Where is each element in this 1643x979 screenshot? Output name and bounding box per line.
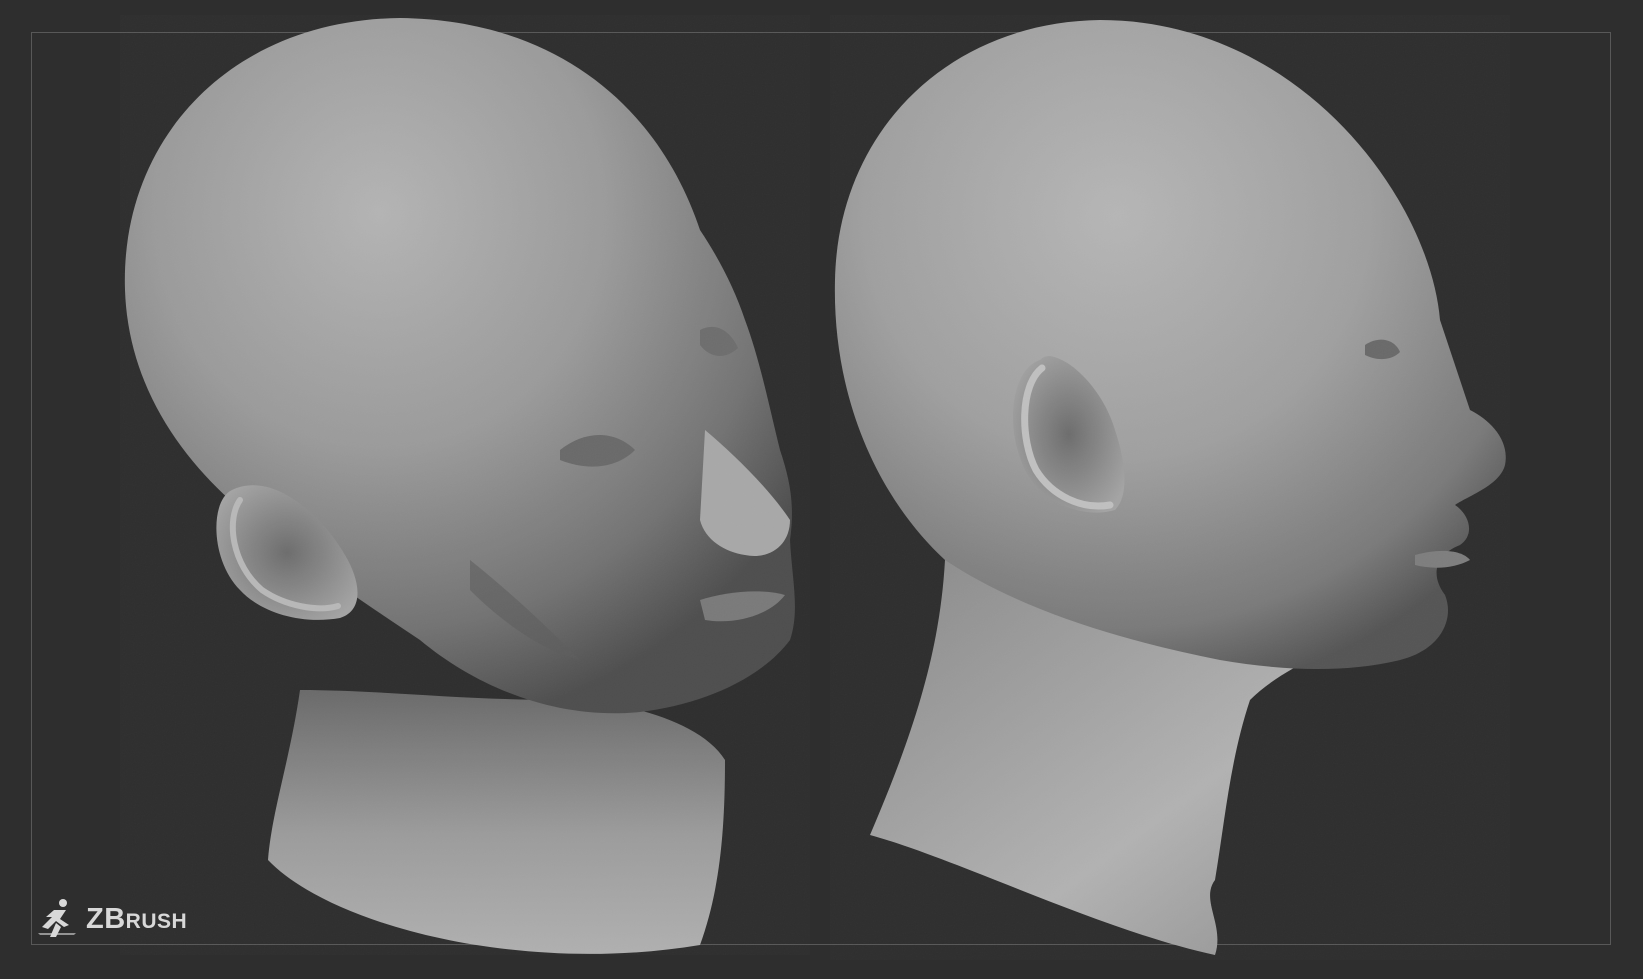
zbrush-watermark: ZBRUSH bbox=[36, 896, 187, 942]
zbrush-logo-text: ZBRUSH bbox=[86, 902, 188, 935]
sculpt-render[interactable] bbox=[0, 0, 1643, 979]
zbrush-viewport[interactable]: ZBRUSH bbox=[0, 0, 1643, 979]
head-profile-model[interactable] bbox=[830, 15, 1510, 960]
brand-initials: ZB bbox=[86, 902, 126, 935]
zbrush-running-figure-icon bbox=[38, 899, 76, 937]
head-three-quarter-model[interactable] bbox=[120, 15, 810, 955]
brand-rest: RUSH bbox=[125, 909, 188, 933]
